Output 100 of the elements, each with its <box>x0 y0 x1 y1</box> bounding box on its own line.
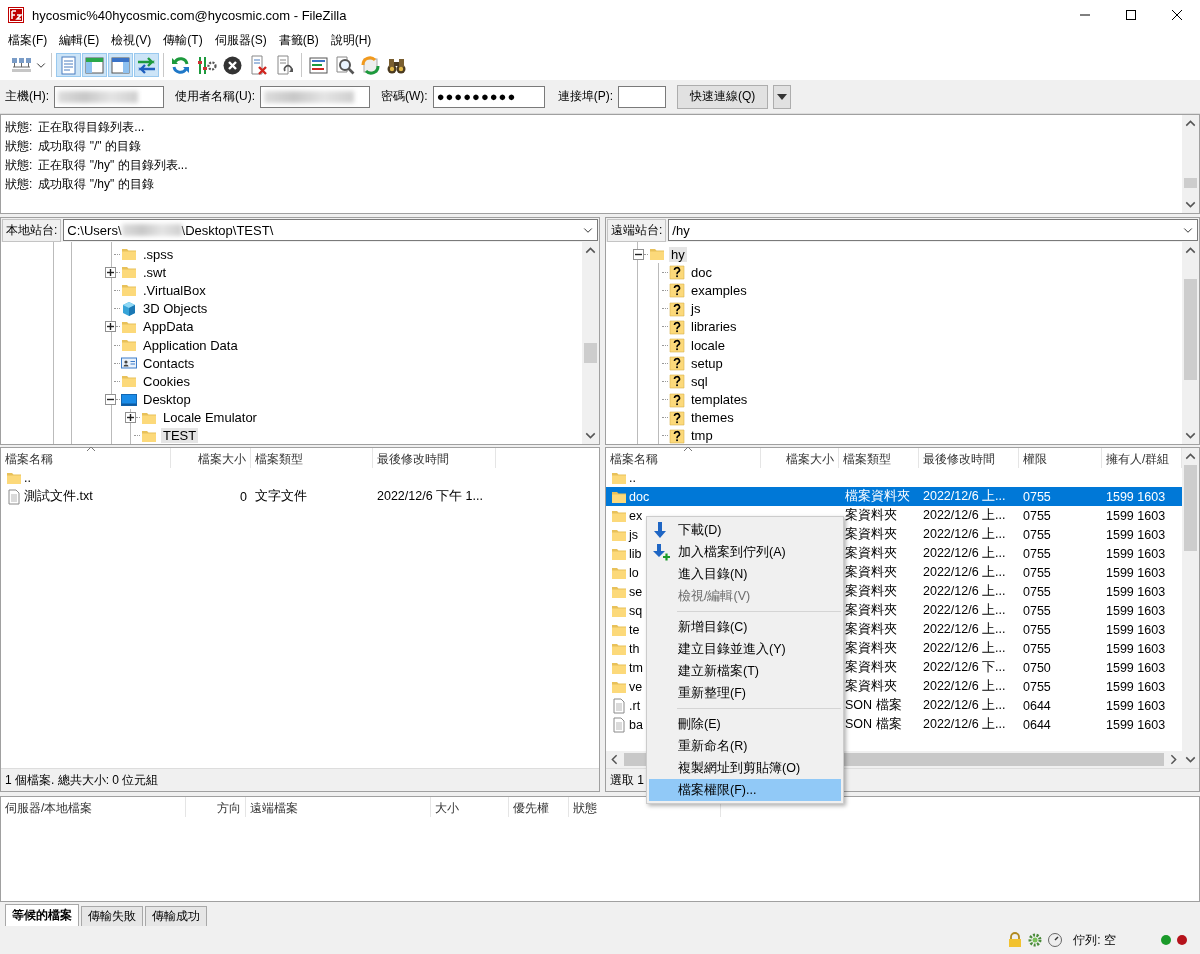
file-name[interactable]: .. <box>629 470 636 485</box>
tree-item[interactable]: .spss <box>141 246 176 262</box>
tree-item[interactable]: hy <box>669 246 687 262</box>
tree-item[interactable]: .swt <box>141 264 169 280</box>
menu-item[interactable]: 加入檔案到佇列(A) <box>649 541 841 563</box>
queue-tab[interactable]: 傳輸成功 <box>145 906 207 926</box>
file-name[interactable]: .rt <box>629 698 641 713</box>
tree-item[interactable]: setup <box>689 355 725 371</box>
expand-icon[interactable] <box>125 412 136 424</box>
column-header[interactable]: 檔案大小 <box>761 448 839 468</box>
tree-item[interactable]: sql <box>689 373 710 389</box>
column-header[interactable]: 檔案名稱 <box>606 448 761 468</box>
file-name[interactable]: ex <box>629 508 643 523</box>
file-name[interactable]: th <box>629 641 640 656</box>
scrollbar-thumb[interactable] <box>584 343 597 364</box>
column-header[interactable]: 最後修改時間 <box>919 448 1019 468</box>
menu-item[interactable]: 傳輸(T) <box>157 31 209 49</box>
table-cell-text: 案資料夾 <box>844 602 898 619</box>
file-name[interactable]: sq <box>629 603 643 618</box>
scrollbar[interactable] <box>582 242 599 444</box>
menu-item[interactable]: 刪除(E) <box>649 713 841 735</box>
tree-item[interactable]: locale <box>689 337 727 353</box>
tree-item[interactable]: Application Data <box>141 337 240 353</box>
scrollbar-thumb[interactable] <box>1184 279 1197 380</box>
scrollbar-thumb[interactable] <box>1184 178 1197 189</box>
tree-item[interactable]: .VirtualBox <box>141 282 208 298</box>
file-name[interactable]: tm <box>629 660 643 675</box>
dropdown-button[interactable] <box>773 84 792 109</box>
tree-item[interactable]: Locale Emulator <box>161 410 259 426</box>
column-header[interactable]: 檔案大小 <box>171 448 251 468</box>
menu-item[interactable]: 檔案(F) <box>2 31 54 49</box>
expand-icon[interactable] <box>105 266 116 278</box>
column-header[interactable]: 最後修改時間 <box>373 448 496 468</box>
password-field[interactable]: ●●●●●●●●● <box>432 85 545 108</box>
column-header[interactable]: 檔案名稱 <box>1 448 171 468</box>
scrollbar[interactable] <box>1182 115 1199 213</box>
file-name[interactable]: js <box>629 527 639 542</box>
right-pane-icon[interactable] <box>108 53 133 77</box>
column-header[interactable]: 檔案類型 <box>251 448 373 468</box>
menu-item[interactable]: 下載(D) <box>649 519 841 541</box>
path-field[interactable]: /hy <box>668 219 1198 241</box>
file-name[interactable]: se <box>629 584 643 599</box>
tree-item[interactable]: Cookies <box>141 373 192 389</box>
column-header[interactable]: 檔案類型 <box>839 448 919 468</box>
path-field[interactable]: C:\Users\ \Desktop\TEST\ <box>63 219 598 241</box>
column-header[interactable]: 權限 <box>1019 448 1102 468</box>
menu-item[interactable]: 建立目錄並進入(Y) <box>649 638 841 660</box>
queue-tab[interactable]: 傳輸失敗 <box>81 906 143 926</box>
tree-item[interactable]: Contacts <box>141 355 197 371</box>
tree-item[interactable]: Desktop <box>141 392 193 408</box>
tree-item[interactable]: AppData <box>141 319 196 335</box>
menu-item[interactable]: 說明(H) <box>324 31 378 49</box>
collapse-icon[interactable] <box>105 394 116 406</box>
close-icon[interactable] <box>1172 10 1182 20</box>
column-header[interactable]: 方向 <box>186 797 246 817</box>
file-name[interactable]: lo <box>629 565 639 580</box>
scrollbar[interactable] <box>1182 242 1199 444</box>
maximize-icon[interactable] <box>1126 10 1136 20</box>
port-field[interactable] <box>618 85 666 108</box>
menu-item[interactable]: 檔案權限(F)... <box>649 779 841 801</box>
transfer-arrows-icon[interactable] <box>134 53 159 77</box>
tree-item[interactable]: TEST <box>161 428 199 444</box>
menu-item[interactable]: 檢視(V) <box>105 31 158 49</box>
menu-item[interactable]: 新增目錄(C) <box>649 616 841 638</box>
collapse-icon[interactable] <box>633 248 644 260</box>
menu-item[interactable]: 進入目錄(N) <box>649 563 841 585</box>
tree-item[interactable]: js <box>689 301 703 317</box>
column-header[interactable]: 優先權 <box>509 797 569 817</box>
tree-item[interactable]: templates <box>689 392 750 408</box>
remote-site-label: 遠端站台: <box>607 218 667 242</box>
file-name[interactable]: te <box>629 622 640 637</box>
file-name[interactable]: doc <box>629 489 650 504</box>
menu-item[interactable]: 編輯(E) <box>53 31 106 49</box>
menu-item[interactable]: 伺服器(S) <box>208 31 273 49</box>
file-name[interactable]: ba <box>629 717 643 732</box>
tree-item[interactable]: examples <box>689 282 749 298</box>
expand-icon[interactable] <box>105 321 116 333</box>
scrollbar-thumb[interactable] <box>1184 465 1197 551</box>
menu-item[interactable]: 書籤(B) <box>272 31 325 49</box>
left-pane-icon[interactable] <box>82 53 107 77</box>
host-field[interactable] <box>54 85 164 108</box>
menu-item[interactable]: 重新整理(F) <box>649 682 841 704</box>
menu-item[interactable]: 重新命名(R) <box>649 735 841 757</box>
file-name[interactable]: 測試文件.txt <box>24 488 93 505</box>
tree-item[interactable]: 3D Objects <box>141 301 210 317</box>
menu-item[interactable]: 建立新檔案(T) <box>649 660 841 682</box>
file-name[interactable]: ve <box>629 679 643 694</box>
tree-item[interactable]: libraries <box>689 319 739 335</box>
file-name[interactable]: .. <box>24 470 31 485</box>
file-name[interactable]: lib <box>629 546 642 561</box>
username-field[interactable] <box>260 85 370 108</box>
tree-item[interactable]: themes <box>689 410 736 426</box>
quickconnect-button[interactable]: 快速連線(Q) <box>677 84 769 109</box>
scrollbar[interactable] <box>1182 448 1199 768</box>
column-header[interactable]: 大小 <box>431 797 509 817</box>
column-header[interactable]: 遠端檔案 <box>246 797 431 817</box>
column-header[interactable]: 伺服器/本地檔案 <box>1 797 186 817</box>
queue-tab[interactable]: 等候的檔案 <box>5 904 79 926</box>
tree-item[interactable]: doc <box>689 264 714 280</box>
tree-item[interactable]: tmp <box>689 428 715 444</box>
